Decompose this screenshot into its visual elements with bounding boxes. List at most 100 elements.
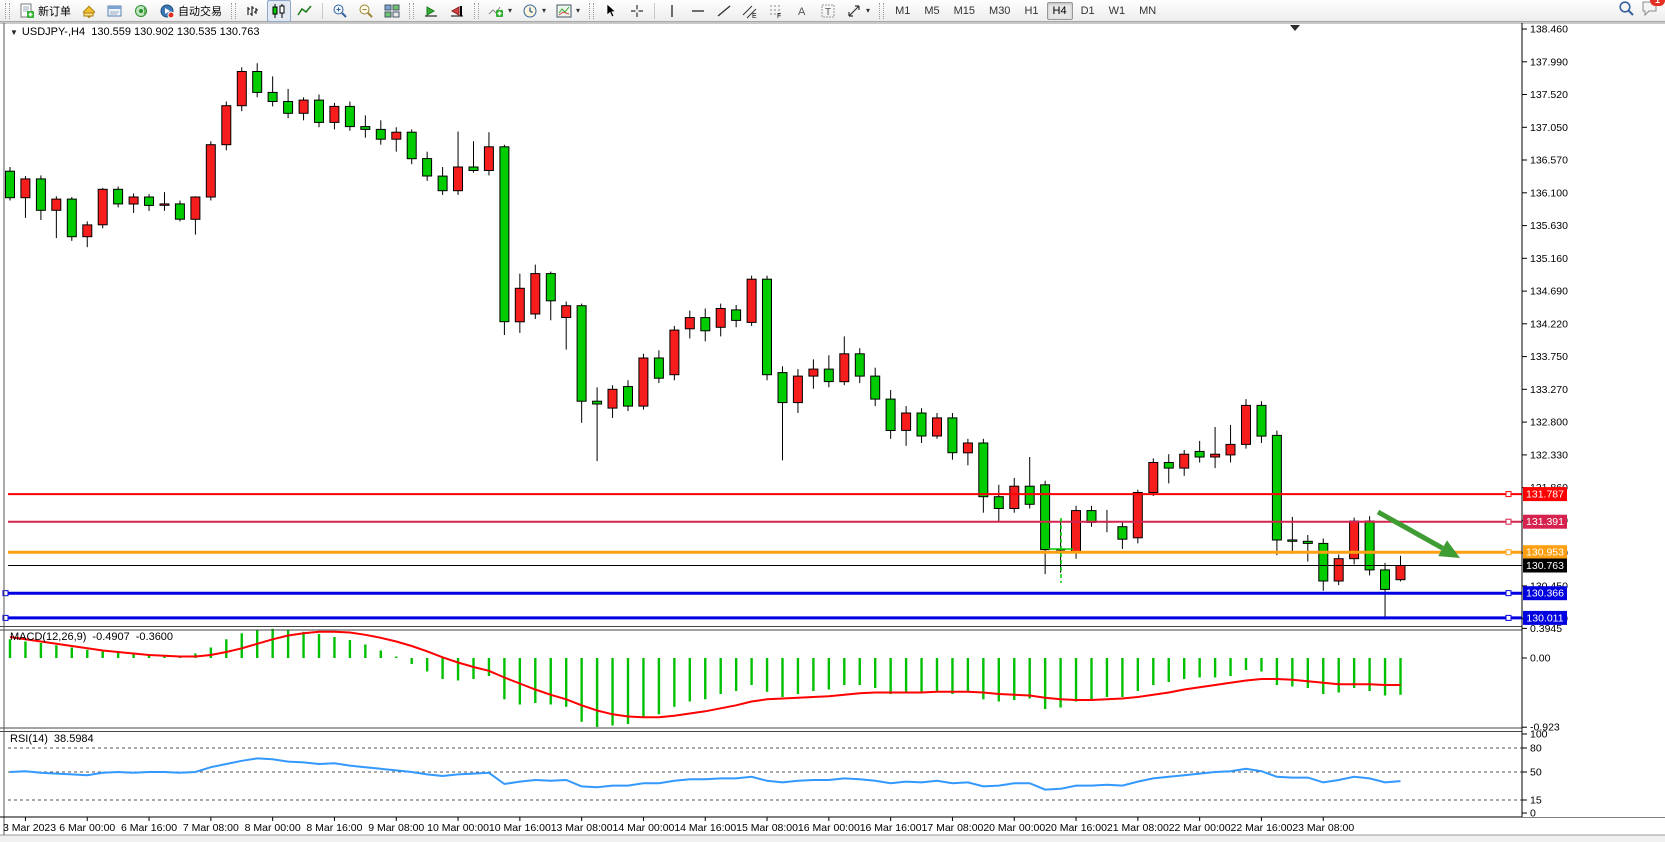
chart-shift-icon	[449, 3, 465, 19]
candle-down	[732, 310, 741, 321]
toolbar-grip[interactable]	[5, 3, 10, 19]
timeframe-h4-button[interactable]: H4	[1047, 2, 1073, 20]
hline-handle[interactable]	[1506, 591, 1511, 596]
chevron-down-icon[interactable]: ▾	[866, 6, 870, 15]
timeframe-mn-button[interactable]: MN	[1133, 2, 1162, 20]
chart-background[interactable]	[0, 22, 1665, 842]
templates-button[interactable]: ▾	[552, 0, 584, 22]
time-tick-label[interactable]: 7 Mar 08:00	[183, 822, 239, 834]
price-tick-label: 135.160	[1530, 253, 1568, 265]
candle-down	[175, 204, 184, 219]
chevron-down-icon[interactable]: ▾	[576, 6, 580, 15]
market-watch-button[interactable]	[77, 0, 101, 22]
timeframe-m5-button[interactable]: M5	[918, 2, 945, 20]
hline-handle[interactable]	[1506, 615, 1511, 620]
chat-button[interactable]: 1	[1641, 0, 1659, 21]
vertical-line-tool-button[interactable]	[660, 0, 684, 22]
tile-windows-button[interactable]	[380, 0, 404, 22]
time-tick-label[interactable]: 22 Mar 16:00	[1231, 822, 1293, 834]
candle-up	[1072, 511, 1081, 553]
signals-button[interactable]	[129, 0, 153, 22]
indicators-button[interactable]: ▾	[484, 0, 516, 22]
hline-price-label-text: 131.787	[1526, 489, 1564, 501]
price-tick-label: 136.570	[1530, 155, 1568, 167]
trendline-tool-button[interactable]	[712, 0, 736, 22]
toolbar-grip[interactable]	[589, 3, 594, 19]
time-tick-label[interactable]: 10 Mar 00:00	[427, 822, 489, 834]
chevron-down-icon[interactable]: ▾	[542, 6, 546, 15]
time-tick-label[interactable]: 21 Mar 08:00	[1107, 822, 1169, 834]
auto-scroll-button[interactable]	[419, 0, 443, 22]
hline-handle[interactable]	[1506, 550, 1511, 555]
candle-down	[345, 106, 354, 126]
terminal-button[interactable]	[103, 0, 127, 22]
fibonacci-icon: F	[768, 3, 784, 19]
timeframe-m15-button[interactable]: M15	[948, 2, 981, 20]
bar-chart-button[interactable]	[241, 0, 265, 22]
time-tick-label[interactable]: 13 Mar 08:00	[551, 822, 613, 834]
line-chart-button[interactable]	[293, 0, 317, 22]
toolbar-separator	[654, 3, 655, 19]
fibonacci-tool-button[interactable]: F	[764, 0, 788, 22]
toolbar-grip[interactable]	[409, 3, 414, 19]
text-tool-button[interactable]: A	[790, 0, 814, 22]
arrows-tool-button[interactable]: ▾	[842, 0, 874, 22]
time-tick-label[interactable]: 20 Mar 00:00	[983, 822, 1045, 834]
zoom-out-button[interactable]	[354, 0, 378, 22]
time-tick-label[interactable]: 16 Mar 00:00	[798, 822, 860, 834]
candle-down	[1303, 541, 1312, 543]
line-chart-icon	[297, 3, 313, 19]
price-tick-label: 133.270	[1530, 384, 1568, 396]
time-tick-label[interactable]: 23 Mar 08:00	[1292, 822, 1354, 834]
timeframe-d1-button[interactable]: D1	[1075, 2, 1101, 20]
time-tick-label[interactable]: 8 Mar 16:00	[306, 822, 362, 834]
hline-handle[interactable]	[1506, 519, 1511, 524]
search-icon[interactable]	[1618, 0, 1635, 22]
candle-down	[871, 376, 880, 399]
candle-chart-button[interactable]	[267, 0, 291, 22]
candle-up	[454, 167, 463, 191]
time-tick-label[interactable]: 10 Mar 16:00	[489, 822, 551, 834]
candle-down	[469, 167, 478, 171]
timeframe-m30-button[interactable]: M30	[983, 2, 1016, 20]
time-tick-label[interactable]: 22 Mar 00:00	[1169, 822, 1231, 834]
time-tick-label[interactable]: 14 Mar 00:00	[613, 822, 675, 834]
candle-up	[716, 309, 725, 328]
candle-up	[206, 145, 215, 197]
toolbar-grip[interactable]	[231, 3, 236, 19]
hline-handle[interactable]	[1506, 492, 1511, 497]
chart-collapse-icon[interactable]: ▼	[10, 28, 18, 37]
candle-down	[438, 176, 447, 191]
time-tick-label[interactable]: 8 Mar 00:00	[245, 822, 301, 834]
time-tick-label[interactable]: 6 Mar 16:00	[121, 822, 177, 834]
chevron-down-icon[interactable]: ▾	[508, 6, 512, 15]
toolbar-grip[interactable]	[879, 3, 884, 19]
time-tick-label[interactable]: 15 Mar 08:00	[736, 822, 798, 834]
timeframe-w1-button[interactable]: W1	[1103, 2, 1132, 20]
time-tick-label[interactable]: 20 Mar 16:00	[1045, 822, 1107, 834]
periods-button[interactable]: ▾	[518, 0, 550, 22]
cursor-tool-button[interactable]	[599, 0, 623, 22]
candle-up	[299, 100, 308, 113]
chart-canvas[interactable]: 138.460137.990137.520137.050136.570136.1…	[0, 0, 1665, 842]
time-tick-label[interactable]: 17 Mar 08:00	[922, 822, 984, 834]
time-tick-label[interactable]: 9 Mar 08:00	[368, 822, 424, 834]
chart-shift-button[interactable]	[445, 0, 469, 22]
rsi-scale-label: 80	[1530, 743, 1542, 755]
time-tick-label[interactable]: 3 Mar 2023	[3, 822, 56, 834]
zoom-in-button[interactable]	[328, 0, 352, 22]
timeframe-h1-button[interactable]: H1	[1018, 2, 1044, 20]
candle-down	[284, 102, 293, 114]
crosshair-tool-button[interactable]	[625, 0, 649, 22]
horizontal-line-tool-button[interactable]	[686, 0, 710, 22]
channel-tool-button[interactable]: E	[738, 0, 762, 22]
time-tick-label[interactable]: 14 Mar 16:00	[674, 822, 736, 834]
time-tick-label[interactable]: 6 Mar 00:00	[59, 822, 115, 834]
toolbar-grip[interactable]	[474, 3, 479, 19]
timeframe-m1-button[interactable]: M1	[889, 2, 916, 20]
time-tick-label[interactable]: 16 Mar 16:00	[860, 822, 922, 834]
new-order-button[interactable]: 新订单	[15, 0, 75, 22]
text-label-tool-button[interactable]: T	[816, 0, 840, 22]
autotrade-button[interactable]: 自动交易	[155, 0, 226, 22]
price-tick-label: 134.690	[1530, 286, 1568, 298]
